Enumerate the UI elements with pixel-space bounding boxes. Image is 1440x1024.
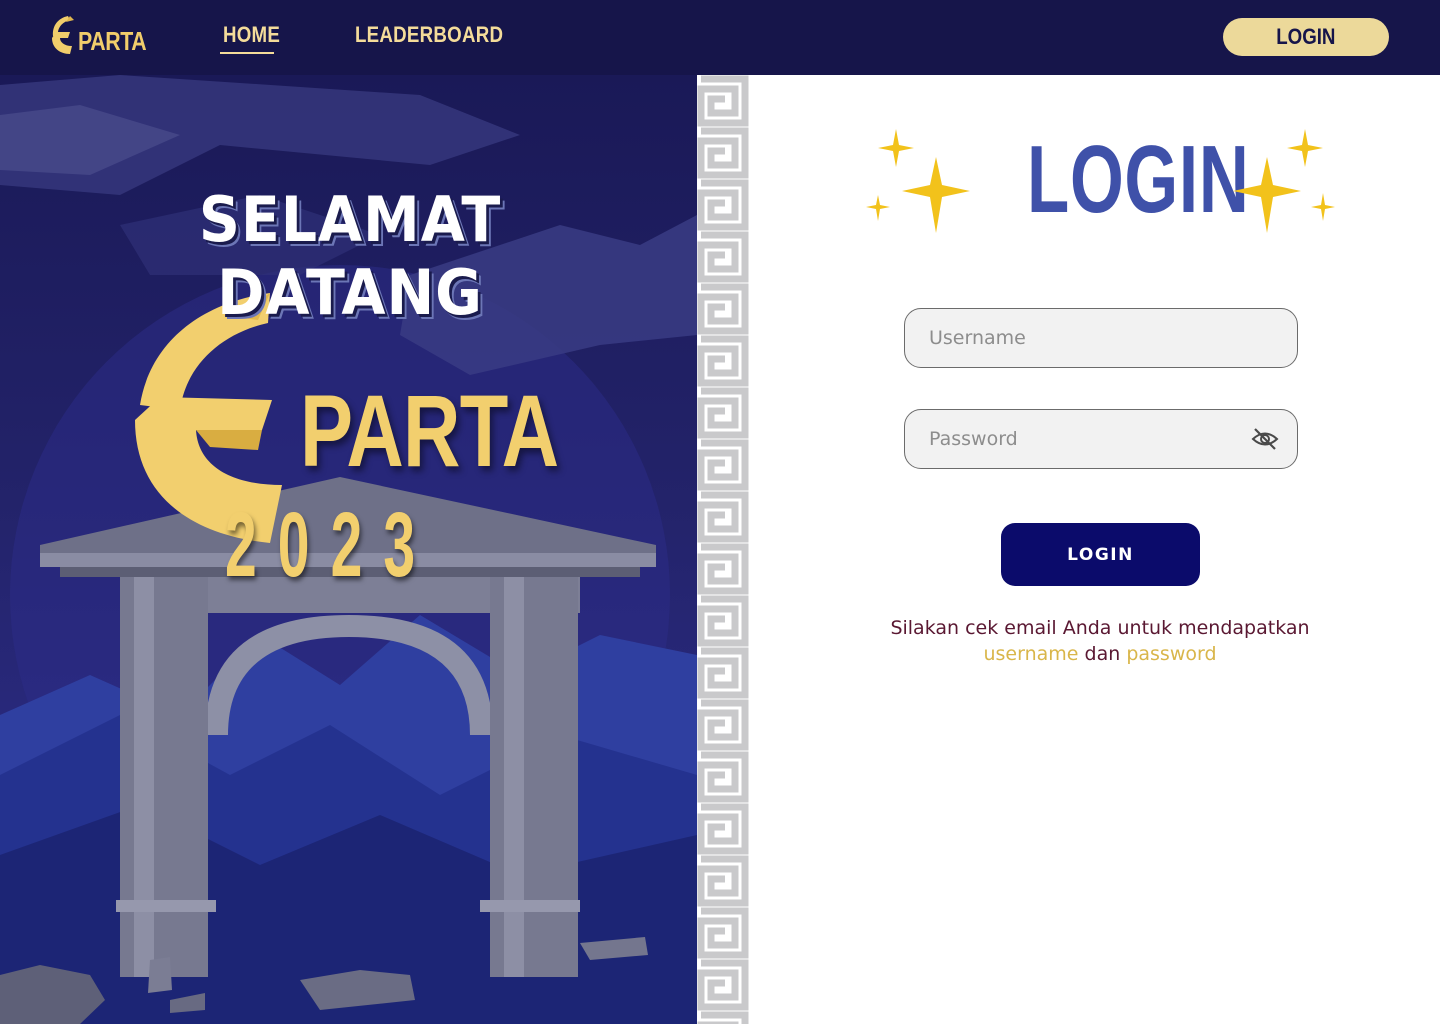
nav-login-button[interactable]: LOGIN bbox=[1223, 18, 1389, 56]
password-field[interactable] bbox=[904, 409, 1298, 469]
hint-username-link: username bbox=[983, 643, 1079, 665]
hint-text: Silakan cek email Anda untuk mendapatkan bbox=[890, 617, 1310, 639]
greek-key-pattern bbox=[697, 75, 749, 1024]
hint-and: dan bbox=[1084, 643, 1121, 665]
welcome-title: SELAMAT DATANG bbox=[198, 183, 502, 329]
nav-login-label: LOGIN bbox=[1276, 24, 1336, 49]
login-submit-button[interactable]: LOGIN bbox=[1001, 523, 1200, 586]
hero-panel: SELAMAT DATANG PARTA 2023 bbox=[0, 75, 697, 1024]
hero-year-text: 2023 bbox=[225, 494, 437, 596]
username-field[interactable] bbox=[904, 308, 1298, 368]
login-panel: LOGIN LOGIN Silakan cek email Anda untuk… bbox=[749, 75, 1440, 1024]
nav-link-home[interactable]: HOME bbox=[223, 22, 280, 48]
greek-key-border bbox=[697, 75, 749, 1024]
hero-brand-text: PARTA bbox=[300, 374, 559, 488]
nav-logo[interactable]: PARTA bbox=[48, 14, 147, 58]
nav-link-leaderboard[interactable]: LEADERBOARD bbox=[355, 22, 503, 48]
login-title: LOGIN bbox=[1027, 126, 1250, 233]
nav-logo-text: PARTA bbox=[78, 26, 147, 56]
sparkle-icon bbox=[1233, 129, 1335, 233]
sparkle-icon bbox=[866, 129, 970, 233]
login-hint: Silakan cek email Anda untuk mendapatkan… bbox=[849, 615, 1351, 667]
eye-slash-icon[interactable] bbox=[1251, 426, 1279, 452]
hint-password-link: password bbox=[1126, 643, 1217, 665]
navbar: PARTA HOME LEADERBOARD LOGIN bbox=[0, 0, 1440, 75]
username-input[interactable] bbox=[929, 309, 1229, 367]
password-input[interactable] bbox=[929, 410, 1229, 468]
nav-active-underline bbox=[220, 52, 274, 54]
